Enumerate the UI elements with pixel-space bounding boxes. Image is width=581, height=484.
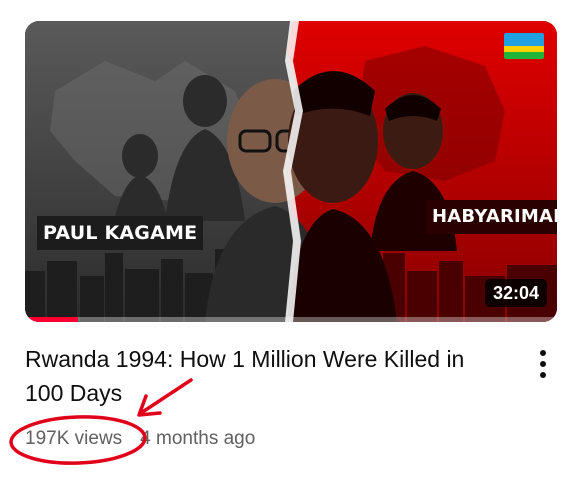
watch-progress-fill [25, 317, 79, 322]
view-count: 197K views [25, 428, 123, 449]
more-vert-icon[interactable] [530, 346, 556, 382]
thumbnail-artwork [25, 21, 557, 322]
duration-badge: 32:04 [484, 279, 547, 307]
watch-progress-bar [25, 317, 557, 322]
publish-date: 4 months ago [140, 428, 256, 449]
video-title[interactable]: Rwanda 1994: How 1 Million Were Killed i… [25, 342, 505, 410]
left-caption: PAUL KAGAME [37, 216, 204, 250]
video-thumbnail[interactable]: PAUL KAGAME HABYARIMANA 32:04 [25, 21, 557, 322]
right-caption: HABYARIMANA [426, 200, 557, 234]
rwanda-flag-icon [504, 33, 544, 59]
video-metadata: 197K views 4 months ago [25, 426, 255, 452]
